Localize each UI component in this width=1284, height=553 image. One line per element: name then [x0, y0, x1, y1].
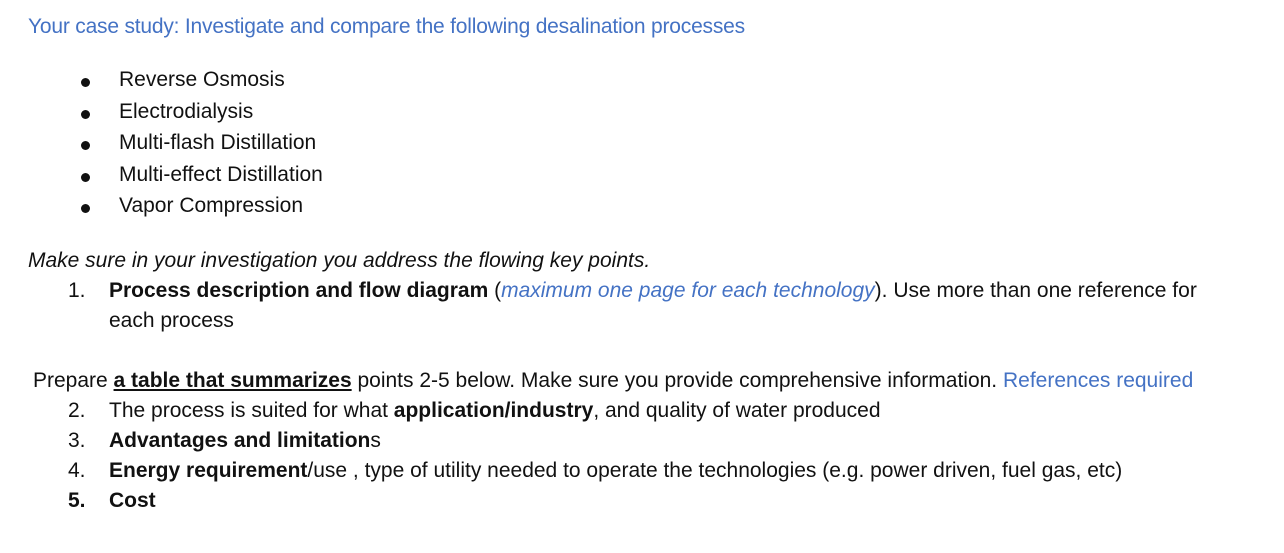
page-limit-note: maximum one page for each technology [501, 279, 875, 302]
point-title: Cost [109, 489, 156, 512]
point-text: Energy requirement/use , type of utility… [109, 459, 1122, 483]
point-text: Advantages and limitations [109, 429, 381, 453]
bullet-icon [81, 141, 90, 150]
point-continuation-text: each process [109, 309, 234, 332]
key-points-intro: Make sure in your investigation you addr… [28, 249, 651, 272]
point-text: Cost [109, 489, 156, 513]
point-number: 3. [68, 429, 86, 452]
point-number: 4. [68, 459, 86, 482]
process-name: Electrodialysis [119, 99, 254, 123]
point-post: s [370, 429, 381, 452]
point-number: 2. [68, 399, 86, 422]
point-title: Energy requirement [109, 459, 308, 482]
point-rest: ). Use more than one reference for [874, 279, 1197, 302]
process-name: Multi-flash Distillation [119, 131, 317, 154]
point-title: Process description and flow diagram [109, 279, 489, 302]
bullet-icon [81, 204, 90, 213]
paren-text: ( [488, 279, 502, 302]
table-instructions: Prepare a table that summarizes points 2… [33, 369, 1193, 393]
case-study-heading: Your case study: Investigate and compare… [28, 15, 745, 38]
point-title: application/industry [393, 399, 594, 422]
bullet-icon [81, 78, 90, 87]
process-name: Multi-effect Distillation [119, 162, 323, 186]
table-emphasis: a table that summarizes [113, 369, 352, 392]
point-post: , and quality of water produced [593, 399, 881, 422]
process-name: Reverse Osmosis [119, 68, 285, 91]
point-text: The process is suited for what applicati… [109, 399, 881, 423]
references-required: References required [1002, 369, 1194, 392]
prepare-lead: Prepare [33, 369, 114, 392]
point-number: 1. [68, 279, 86, 302]
point-pre: The process is suited for what [109, 399, 394, 422]
bullet-icon [81, 109, 90, 119]
point-post: /use , type of utility needed to operate… [307, 459, 1123, 482]
point-title: Advantages and limitation [109, 429, 371, 452]
bullet-icon [81, 172, 90, 182]
process-name: Vapor Compression [119, 194, 304, 217]
point-text: Process description and flow diagram (ma… [109, 279, 1197, 303]
prepare-middle: points 2-5 below. Make sure you provide … [351, 369, 1003, 392]
point-number: 5. [68, 489, 86, 512]
